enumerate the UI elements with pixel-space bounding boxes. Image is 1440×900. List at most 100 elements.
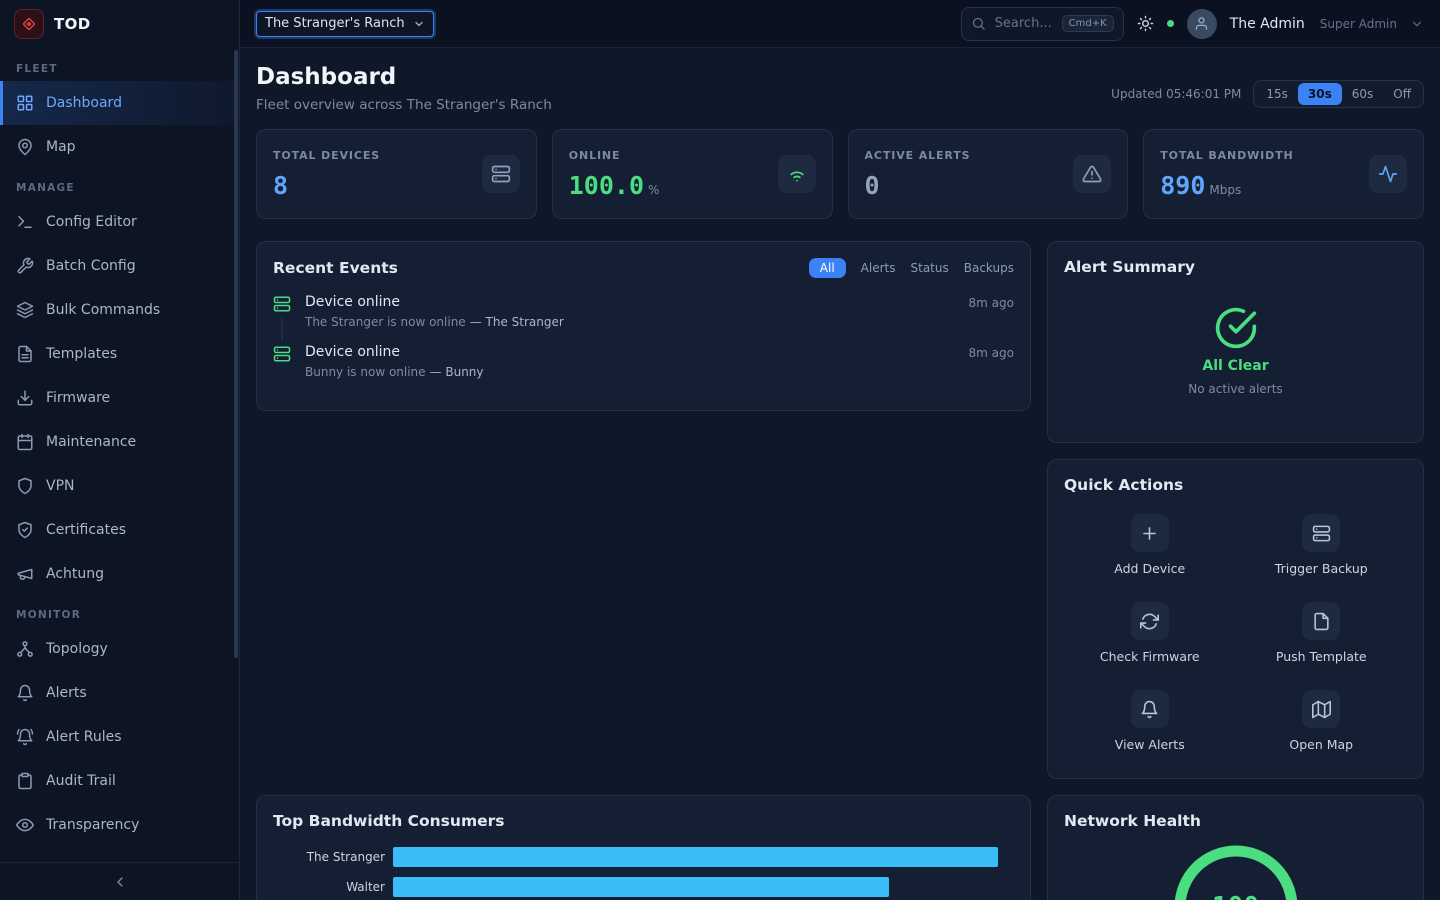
sidebar-item-maintenance[interactable]: Maintenance — [0, 420, 239, 464]
user-role-badge: Super Admin — [1320, 17, 1397, 31]
stat-label: ONLINE — [569, 149, 660, 162]
sidebar-item-firmware[interactable]: Firmware — [0, 376, 239, 420]
quick-actions-title: Quick Actions — [1064, 476, 1183, 494]
alert-summary-title: Alert Summary — [1064, 258, 1407, 276]
filter-alerts[interactable]: Alerts — [861, 261, 896, 275]
chevron-down-icon — [413, 18, 425, 30]
stat-value: 8 — [273, 171, 288, 200]
sidebar-nav: FLEET Dashboard Map MANAGE Config Editor… — [0, 48, 239, 862]
sidebar-collapse-button[interactable] — [0, 862, 239, 900]
stat-unit: % — [648, 183, 659, 197]
sidebar-scrollbar[interactable] — [234, 50, 238, 658]
network-health-value: 100 — [1171, 842, 1301, 900]
plus-icon — [1131, 514, 1169, 552]
quick-action-open-map[interactable]: Open Map — [1289, 690, 1353, 752]
refresh-interval-control: 15s 30s 60s Off — [1253, 80, 1424, 108]
alert-summary-status: All Clear — [1202, 358, 1268, 374]
refresh-icon — [1131, 602, 1169, 640]
theme-toggle-sun-icon[interactable] — [1137, 15, 1154, 32]
server-icon — [273, 295, 291, 313]
app-root: TOD FLEET Dashboard Map MANAGE Config Ed… — [0, 0, 1440, 900]
search-box[interactable]: Cmd+K — [961, 7, 1124, 41]
user-name: The Admin — [1230, 16, 1305, 32]
event-row: Device online Bunny is now online— Bunny… — [273, 344, 1014, 386]
search-shortcut-badge: Cmd+K — [1062, 15, 1114, 32]
quick-action-label: Push Template — [1276, 649, 1367, 664]
bandwidth-bar — [393, 877, 889, 897]
sidebar-item-transparency[interactable]: Transparency — [0, 803, 239, 847]
nav-label: Config Editor — [46, 214, 137, 230]
sidebar-item-certificates[interactable]: Certificates — [0, 508, 239, 552]
sidebar-item-alert-rules[interactable]: Alert Rules — [0, 715, 239, 759]
event-title: Device online — [305, 294, 1014, 310]
eye-icon — [16, 816, 34, 834]
bandwidth-title: Top Bandwidth Consumers — [273, 812, 504, 830]
quick-action-label: Trigger Backup — [1275, 561, 1368, 576]
sidebar-item-batch-config[interactable]: Batch Config — [0, 244, 239, 288]
recent-events-title: Recent Events — [273, 259, 398, 277]
wifi-icon — [778, 155, 816, 193]
sidebar-item-config-editor[interactable]: Config Editor — [0, 200, 239, 244]
refresh-option-off[interactable]: Off — [1383, 83, 1421, 105]
sidebar-item-bulk-commands[interactable]: Bulk Commands — [0, 288, 239, 332]
quick-actions-card: Quick Actions Add Device Trigger Backup — [1047, 459, 1424, 779]
sidebar-item-vpn[interactable]: VPN — [0, 464, 239, 508]
nav-label: Firmware — [46, 390, 110, 406]
alert-summary-card: Alert Summary All Clear No active alerts — [1047, 241, 1424, 443]
filter-backups[interactable]: Backups — [964, 261, 1014, 275]
quick-action-trigger-backup[interactable]: Trigger Backup — [1275, 514, 1368, 576]
filter-status[interactable]: Status — [911, 261, 949, 275]
sidebar-item-alerts[interactable]: Alerts — [0, 671, 239, 715]
user-menu-chevron-icon[interactable] — [1410, 17, 1424, 31]
nav-label: Dashboard — [46, 95, 122, 111]
user-icon — [1194, 16, 1209, 31]
nav-label: Map — [46, 139, 76, 155]
shield-check-icon — [16, 521, 34, 539]
chevron-left-icon — [112, 874, 128, 890]
quick-action-check-firmware[interactable]: Check Firmware — [1100, 602, 1200, 664]
network-health-title: Network Health — [1064, 812, 1201, 830]
fleet-selector-value: The Stranger's Ranch — [265, 16, 405, 31]
file-text-icon — [16, 345, 34, 363]
sidebar-item-map[interactable]: Map — [0, 125, 239, 169]
sidebar-item-dashboard[interactable]: Dashboard — [0, 81, 239, 125]
nav-label: Certificates — [46, 522, 126, 538]
filter-all[interactable]: All — [809, 258, 846, 278]
quick-action-add-device[interactable]: Add Device — [1114, 514, 1185, 576]
sidebar-item-topology[interactable]: Topology — [0, 627, 239, 671]
clipboard-icon — [16, 772, 34, 790]
nav-section-monitor: MONITOR — [0, 596, 239, 627]
refresh-option-15s[interactable]: 15s — [1256, 83, 1298, 105]
search-input[interactable] — [993, 15, 1055, 32]
server-icon — [482, 155, 520, 193]
nav-label: Audit Trail — [46, 773, 116, 789]
fleet-selector[interactable]: The Stranger's Ranch — [256, 11, 434, 37]
event-time: 8m ago — [969, 346, 1014, 360]
quick-action-view-alerts[interactable]: View Alerts — [1115, 690, 1185, 752]
download-icon — [16, 389, 34, 407]
nav-label: Bulk Commands — [46, 302, 160, 318]
quick-action-push-template[interactable]: Push Template — [1276, 602, 1367, 664]
main-content: Dashboard Fleet overview across The Stra… — [240, 48, 1440, 900]
sidebar-item-templates[interactable]: Templates — [0, 332, 239, 376]
map-pin-icon — [16, 138, 34, 156]
nav-label: Maintenance — [46, 434, 136, 450]
event-device: — Bunny — [430, 365, 484, 379]
topology-icon — [16, 640, 34, 658]
bandwidth-row: Walter — [273, 876, 1014, 898]
map-icon — [1302, 690, 1340, 728]
refresh-option-30s[interactable]: 30s — [1298, 83, 1342, 105]
user-avatar[interactable] — [1187, 9, 1217, 39]
sidebar-item-audit-trail[interactable]: Audit Trail — [0, 759, 239, 803]
network-health-gauge: 100 — [1171, 842, 1301, 900]
event-row: Device online The Stranger is now online… — [273, 294, 1014, 336]
nav-section-manage: MANAGE — [0, 169, 239, 200]
sidebar-item-achtung[interactable]: Achtung — [0, 552, 239, 596]
connection-status-dot — [1167, 20, 1174, 27]
updated-timestamp: Updated 05:46:01 PM — [1111, 87, 1241, 101]
calendar-icon — [16, 433, 34, 451]
event-time: 8m ago — [969, 296, 1014, 310]
refresh-option-60s[interactable]: 60s — [1342, 83, 1384, 105]
dashboard-grid-icon — [16, 94, 34, 112]
bandwidth-card: Top Bandwidth Consumers The Stranger Wal… — [256, 795, 1031, 900]
